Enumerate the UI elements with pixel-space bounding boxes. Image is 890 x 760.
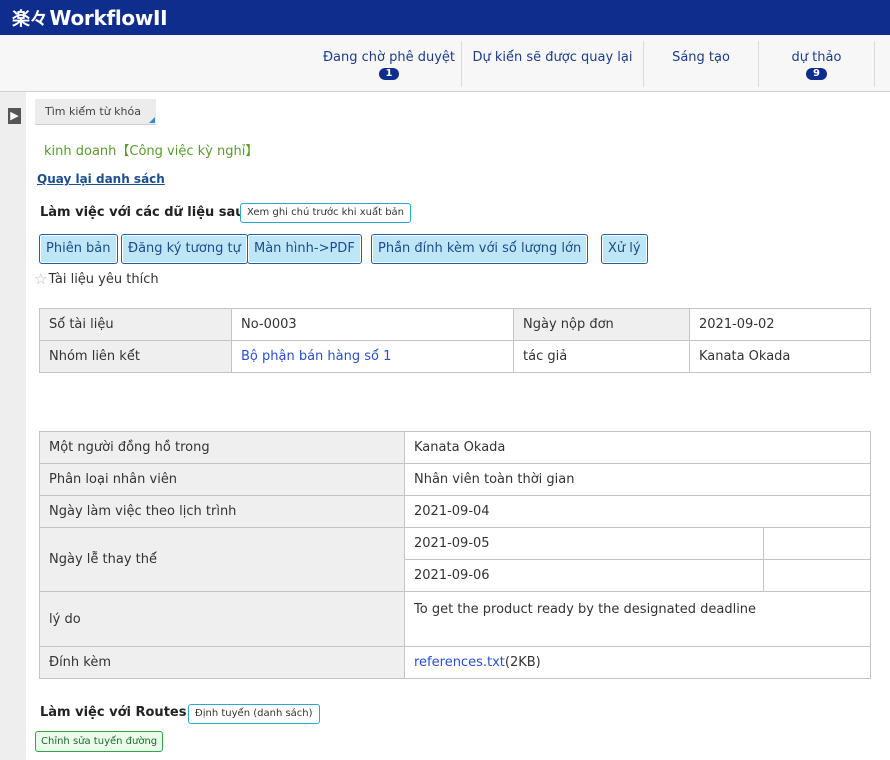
table-row: Một người đồ̀ng hồ̀ trong Kanata Okada <box>39 431 871 464</box>
version-button[interactable]: Phiên bản <box>39 234 118 264</box>
table-row: Ngày lễ̃ thay thế́ 2021-09-05 <box>39 527 871 592</box>
nav-item-drafts[interactable]: dự thảo 9 <box>758 41 875 87</box>
nav-item-pending-approval[interactable]: Đang chờ phê duyệt 1 <box>317 41 461 87</box>
attachment-value: references.txt(2KB) <box>404 646 871 679</box>
nav-item-label: Sáng tạo <box>672 50 730 65</box>
contract-value: Kanata Okada <box>404 431 871 464</box>
table-row: Nhóm liên kế́t Bộ phận bán hàng số́ 1 tá… <box>39 340 871 373</box>
submit-date-label: Ngày nộp đơn <box>513 308 690 341</box>
table-row: Đính kèm references.txt(2KB) <box>39 646 871 679</box>
staff-type-value: Nhân viên toàn thời gian <box>404 463 871 496</box>
top-bar: 楽々 WorkflowII <box>0 0 890 35</box>
linked-group-link[interactable]: Bộ phận bán hàng số́ 1 <box>241 349 391 364</box>
nav-bar: Đang chờ phê duyệt 1 Dự kiế́n sẽ được qu… <box>0 35 890 92</box>
nav-item-label: dự thảo <box>791 50 842 65</box>
expand-sidebar-icon[interactable]: ▶ <box>8 108 21 124</box>
table-row: Số́ tài liệu No-0003 Ngày nộp đơn 2021-0… <box>39 308 871 341</box>
substitute-date-2: 2021-09-06 <box>404 559 764 592</box>
edit-route-button[interactable]: Chỉnh sửa tuyế́n đường <box>35 731 164 752</box>
substitute-extra-cell <box>763 559 871 592</box>
scheduled-date-value: 2021-09-04 <box>404 495 871 528</box>
view-notes-before-publish-button[interactable]: Xem ghi chú trước khi xuấ́t bản <box>240 203 412 223</box>
submit-date-value: 2021-09-02 <box>689 308 871 341</box>
corner-triangle-icon <box>149 117 155 123</box>
linked-group-value: Bộ phận bán hàng số́ 1 <box>231 340 514 373</box>
back-to-list-link[interactable]: Quay lại danh sách <box>37 172 165 186</box>
document-summary-table: Số́ tài liệu No-0003 Ngày nộp đơn 2021-0… <box>39 308 871 373</box>
substitute-extra-cell <box>763 527 871 560</box>
screen-to-pdf-button[interactable]: Màn hình->PDF <box>247 234 362 264</box>
substitute-holiday-label: Ngày lễ̃ thay thế́ <box>39 527 405 592</box>
work-with-data-label: Làm việc với các dữ liệu sau: <box>40 205 250 220</box>
drafts-count-badge: 9 <box>806 68 827 80</box>
leave-details-table: Một người đồ̀ng hồ̀ trong Kanata Okada P… <box>39 431 871 679</box>
attachment-file-link[interactable]: references.txt <box>414 655 505 670</box>
scheduled-date-label: Ngày làm việc theo lịch trình <box>39 495 405 528</box>
left-sidebar-strip <box>0 92 26 760</box>
favorite-document-toggle[interactable]: ☆ Tài liệu yêu thích <box>34 270 159 288</box>
routes-label: Làm việc với Routes: <box>40 705 192 720</box>
nav-item-create[interactable]: Sáng tạo <box>643 41 758 87</box>
app-logo[interactable]: 楽々 WorkflowII <box>12 5 168 31</box>
favorite-label: Tài liệu yêu thích <box>48 271 159 287</box>
doc-number-value: No-0003 <box>231 308 514 341</box>
attachment-size: (2KB) <box>504 655 541 670</box>
reason-label: lý do <box>39 591 405 647</box>
substitute-date-1: 2021-09-05 <box>404 527 764 560</box>
pending-count-badge: 1 <box>378 68 400 80</box>
table-row: Phân loại nhân viên Nhân viên toàn thời … <box>39 463 871 496</box>
process-button[interactable]: Xử lý <box>601 234 648 264</box>
author-value: Kanata Okada <box>689 340 871 373</box>
app-title: WorkflowII <box>49 6 168 30</box>
staff-type-label: Phân loại nhân viên <box>39 463 405 496</box>
nav-item-label: Dự kiế́n sẽ được quay lại <box>472 50 633 65</box>
table-row: lý do To get the product ready by the de… <box>39 591 871 647</box>
doc-number-label: Số́ tài liệu <box>39 308 232 341</box>
linked-group-label: Nhóm liên kế́t <box>39 340 232 373</box>
logo-mark: 楽々 <box>12 9 48 30</box>
contract-label: Một người đồ̀ng hồ̀ trong <box>39 431 405 464</box>
nav-item-label: Đang chờ phê duyệt <box>322 50 456 65</box>
document-category: kinh doanh【Công việc kỳ nghỉ】 <box>44 144 259 159</box>
nav-item-expected-return[interactable]: Dự kiế́n sẽ được quay lại <box>461 41 643 87</box>
reason-value: To get the product ready by the designat… <box>404 591 871 647</box>
similar-registration-button[interactable]: Đăng ký tương tự <box>121 234 248 264</box>
table-row: Ngày làm việc theo lịch trình 2021-09-04 <box>39 495 871 528</box>
bulk-attachment-button[interactable]: Phầ̀n đính kèm với số́ lượng lớn <box>371 234 589 264</box>
route-list-button[interactable]: Định tuyế́n (danh sách) <box>188 704 320 724</box>
keyword-search-tab[interactable]: Tìm kiế́m từ khóa <box>35 99 156 125</box>
star-outline-icon: ☆ <box>34 270 48 288</box>
keyword-search-label: Tìm kiế́m từ khóa <box>45 105 141 118</box>
author-label: tác giả <box>513 340 690 373</box>
attachment-label: Đính kèm <box>39 646 405 679</box>
